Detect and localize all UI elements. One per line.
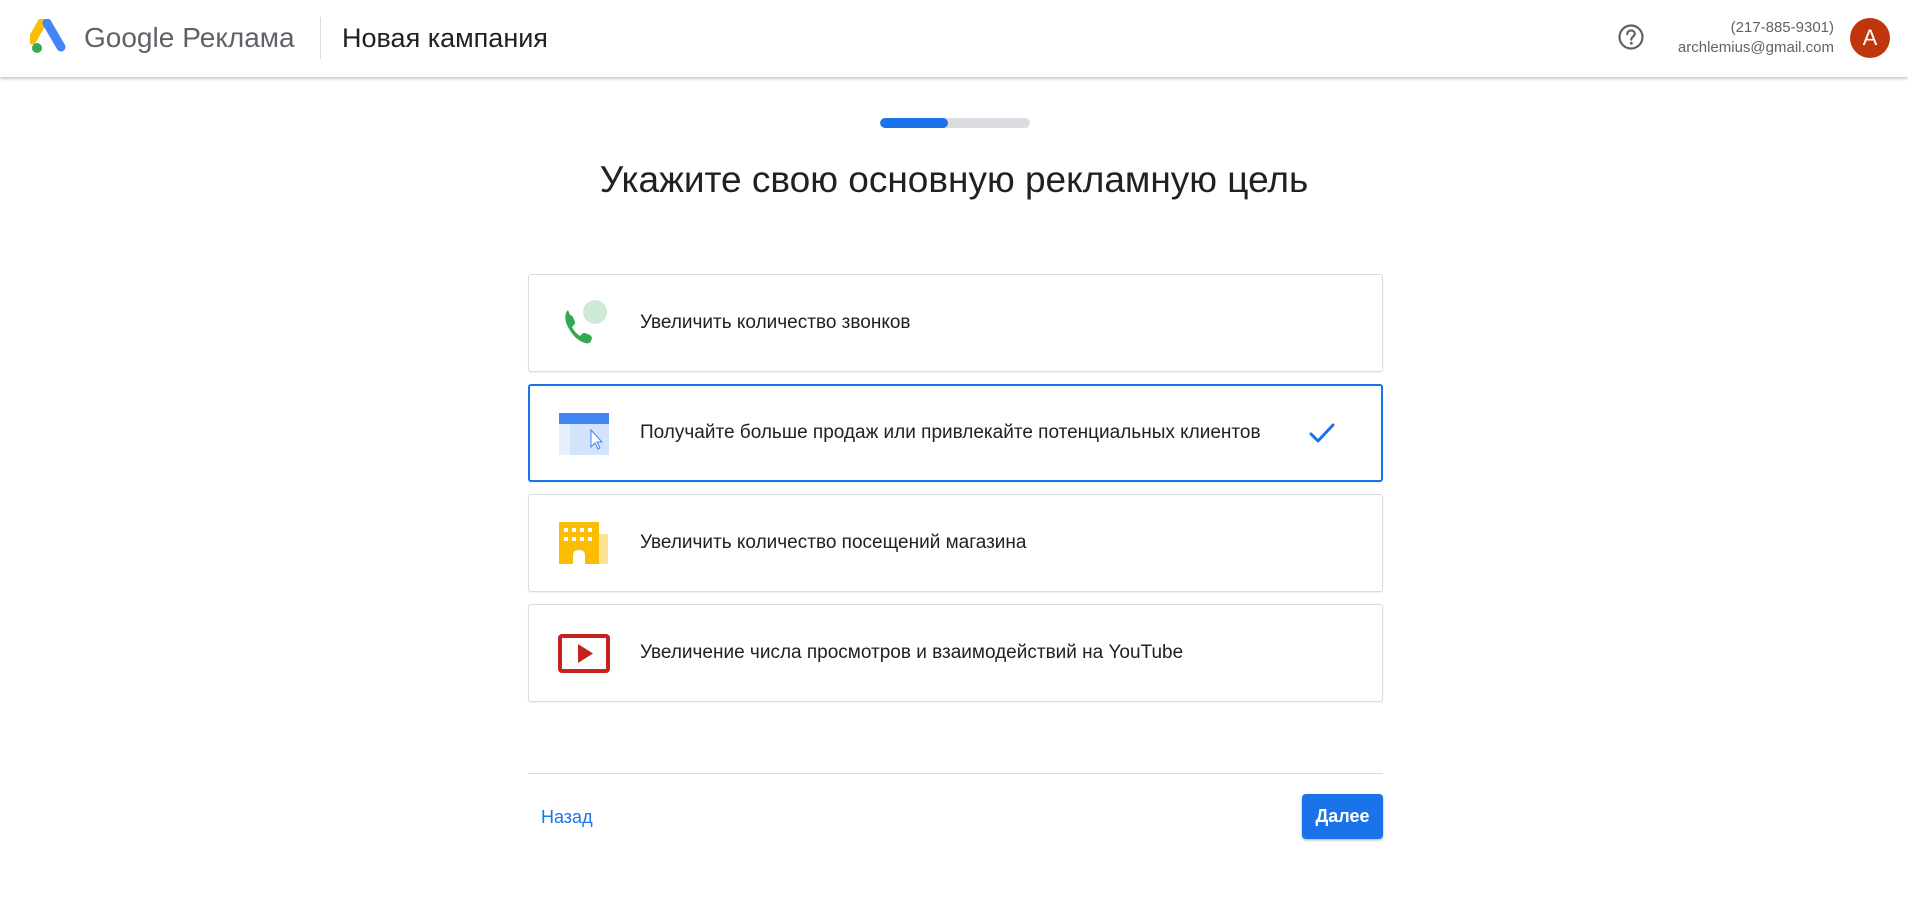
youtube-play-icon <box>558 634 610 673</box>
footer-divider <box>528 773 1383 774</box>
account-info[interactable]: (217-885-9301) archlemius@gmail.com <box>1678 18 1834 58</box>
google-ads-logo-icon[interactable] <box>30 19 68 55</box>
help-circle-icon[interactable] <box>1616 22 1646 52</box>
phone-call-icon <box>565 300 607 344</box>
page-title: Укажите свою основную рекламную цель <box>599 159 1309 200</box>
option-label: Увеличить количество звонков <box>640 312 911 333</box>
brand-product-text: Реклама <box>182 22 295 53</box>
account-email: archlemius@gmail.com <box>1677 39 1834 56</box>
website-click-icon <box>559 413 609 455</box>
back-button[interactable]: Назад <box>528 797 606 837</box>
top-app-bar: Google Реклама Новая кампания (217-885-93… <box>0 0 1908 77</box>
page-header-title: Новая кампания <box>342 23 548 53</box>
option-label: Получайте больше продаж или привлекайте … <box>640 422 1261 443</box>
option-youtube[interactable]: Увеличение числа просмотров и взаимодейс… <box>528 604 1383 702</box>
option-label: Увеличение числа просмотров и взаимодейс… <box>640 642 1184 663</box>
brand-google-text: Google <box>84 22 175 53</box>
progress-bar <box>880 118 1030 128</box>
progress-fill <box>880 118 948 128</box>
next-button[interactable]: Далее <box>1302 794 1383 839</box>
account-phone: (217-885-9301) <box>1730 19 1834 36</box>
header-divider <box>320 17 321 59</box>
option-label: Увеличить количество посещений магазина <box>640 532 1027 553</box>
avatar[interactable]: A <box>1850 18 1890 58</box>
store-building-icon <box>559 522 608 564</box>
option-calls[interactable]: Увеличить количество звонков <box>528 274 1383 372</box>
option-sales-leads[interactable]: Получайте больше продаж или привлекайте … <box>528 384 1383 482</box>
option-store-visits[interactable]: Увеличить количество посещений магазина <box>528 494 1383 592</box>
goal-options-list: Увеличить количество звонков Получайте б… <box>528 274 1383 714</box>
checkmark-icon <box>1309 423 1335 443</box>
brand-name[interactable]: Google Реклама <box>84 20 295 56</box>
